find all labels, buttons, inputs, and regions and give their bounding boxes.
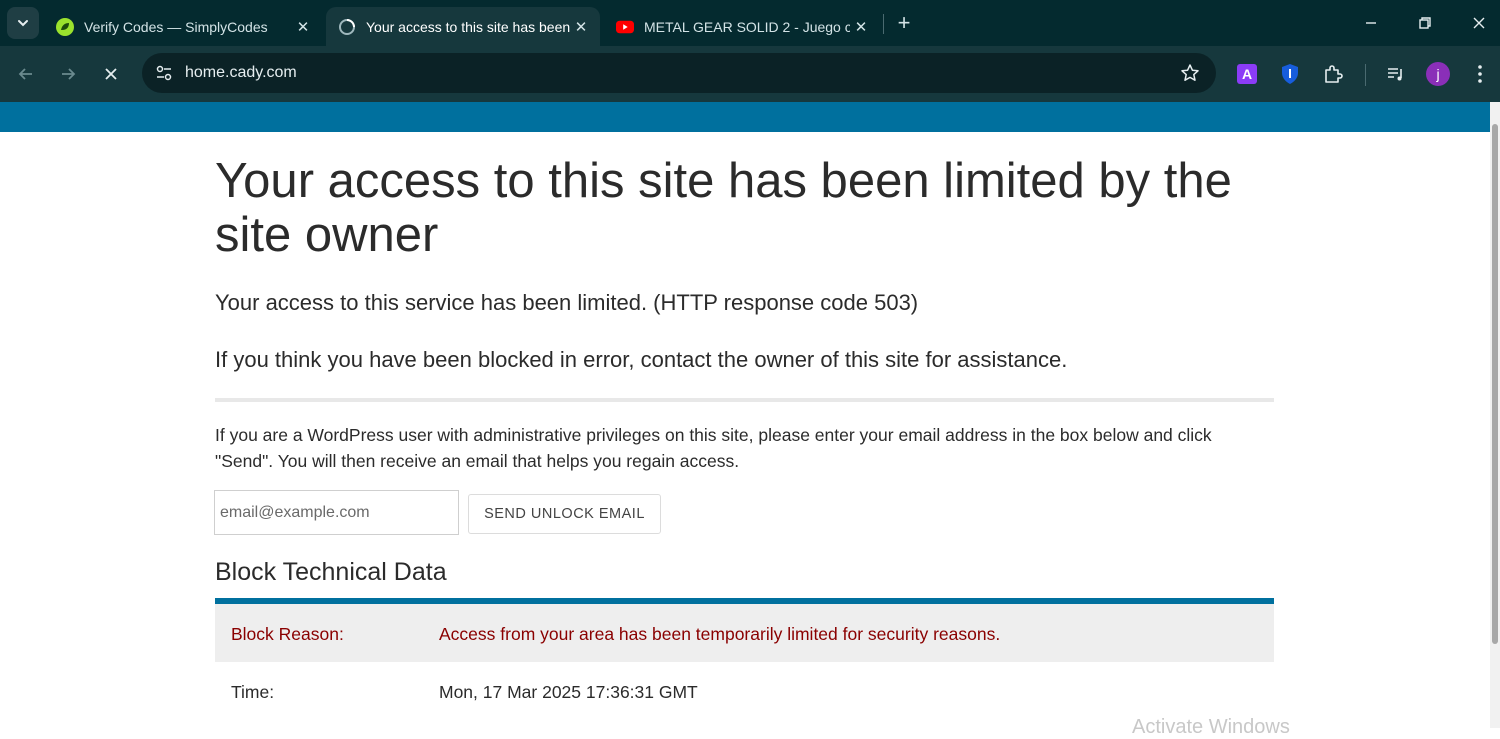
technical-data-table: Block Reason: Access from your area has … xyxy=(215,598,1274,720)
row-value: Mon, 17 Mar 2025 17:36:31 GMT xyxy=(439,682,698,702)
bitwarden-shield-icon[interactable] xyxy=(1276,60,1304,88)
tab-search-button[interactable] xyxy=(7,7,39,39)
page-title: Your access to this site has been limite… xyxy=(215,154,1232,262)
svg-text:A: A xyxy=(1242,66,1252,82)
close-icon[interactable]: ✕ xyxy=(850,16,872,38)
site-info-tune-icon[interactable] xyxy=(150,59,178,87)
email-field[interactable] xyxy=(214,490,459,535)
avatar[interactable]: j xyxy=(1424,60,1452,88)
youtube-icon xyxy=(616,18,634,36)
table-row: Block Reason: Access from your area has … xyxy=(215,604,1274,662)
close-icon[interactable]: ✕ xyxy=(292,16,314,38)
row-key: Block Reason: xyxy=(231,624,344,644)
new-tab-plus-icon[interactable]: + xyxy=(892,10,916,35)
blocked-error-message: If you think you have been blocked in er… xyxy=(215,347,1068,372)
send-unlock-email-button[interactable]: SEND UNLOCK EMAIL xyxy=(468,494,661,534)
limited-message: Your access to this service has been lim… xyxy=(215,290,919,315)
table-row: Time: Mon, 17 Mar 2025 17:36:31 GMT xyxy=(215,662,1274,720)
stop-loading-icon[interactable] xyxy=(96,59,126,89)
tab-access-limited[interactable]: Your access to this site has been limite… xyxy=(326,7,600,46)
browser-toolbar: home.cady.com A j xyxy=(0,46,1500,102)
admin-instructions: If you are a WordPress user with adminis… xyxy=(215,425,1212,471)
bookmark-star-icon[interactable] xyxy=(1178,61,1202,85)
close-icon[interactable]: ✕ xyxy=(570,16,592,38)
simplycodes-leaf-icon xyxy=(56,17,74,36)
header-strip xyxy=(0,102,1490,132)
toolbar-separator xyxy=(1365,64,1366,86)
tab-title: METAL GEAR SOLID 2 - Juego completo xyxy=(644,18,850,35)
row-key: Time: xyxy=(231,682,275,702)
tab-title: Your access to this site has been limite… xyxy=(366,18,570,35)
media-queue-icon[interactable] xyxy=(1382,60,1410,88)
tab-separator xyxy=(883,14,884,34)
window-close-icon[interactable] xyxy=(1464,8,1494,38)
avatar-initial: j xyxy=(1435,66,1439,82)
divider xyxy=(215,398,1274,402)
extension-a-icon[interactable]: A xyxy=(1233,60,1261,88)
forward-arrow-icon[interactable] xyxy=(53,59,83,89)
page-scrollbar[interactable] xyxy=(1490,102,1500,728)
tab-youtube[interactable]: METAL GEAR SOLID 2 - Juego completo ✕ xyxy=(604,7,880,46)
loading-spinner-icon xyxy=(338,18,356,36)
url-text[interactable]: home.cady.com xyxy=(185,64,297,82)
row-value: Access from your area has been temporari… xyxy=(439,624,1001,644)
tab-strip: Verify Codes — SimplyCodes ✕ Your access… xyxy=(0,0,1500,46)
extensions-puzzle-icon[interactable] xyxy=(1319,60,1347,88)
back-arrow-icon[interactable] xyxy=(11,59,41,89)
scrollbar-thumb[interactable] xyxy=(1492,124,1498,644)
address-bar[interactable]: home.cady.com xyxy=(142,53,1216,93)
tab-simplycodes[interactable]: Verify Codes — SimplyCodes ✕ xyxy=(44,7,322,46)
tab-title: Verify Codes — SimplyCodes xyxy=(84,18,268,35)
restore-icon[interactable] xyxy=(1410,8,1440,38)
chevron-down-icon xyxy=(18,20,28,27)
kebab-menu-icon[interactable] xyxy=(1466,60,1494,88)
technical-data-heading: Block Technical Data xyxy=(215,558,447,586)
minimize-icon[interactable] xyxy=(1356,8,1386,38)
